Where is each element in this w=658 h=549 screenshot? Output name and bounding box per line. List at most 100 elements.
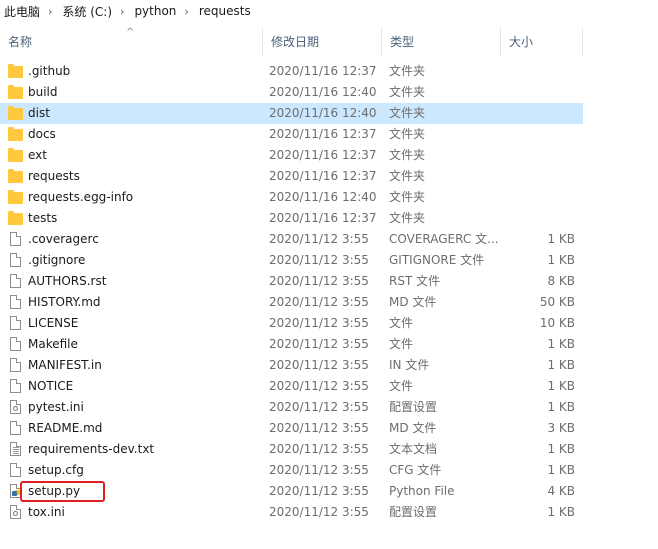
file-row[interactable]: requirements-dev.txt 2020/11/12 3:55 文本文档 1… (0, 439, 583, 460)
file-row[interactable]: Makefile 2020/11/12 3:55 文件 1 KB (0, 334, 583, 355)
file-date: 2020/11/16 12:37 (269, 127, 377, 141)
file-date: 2020/11/12 3:55 (269, 358, 369, 372)
folder-icon (8, 211, 23, 225)
file-row[interactable]: dist 2020/11/16 12:40 文件夹 (0, 103, 583, 124)
column-header-size[interactable]: 大小 (501, 26, 583, 58)
file-date: 2020/11/12 3:55 (269, 316, 369, 330)
file-size: 1 KB (547, 463, 575, 477)
file-type: 文件 (389, 316, 414, 330)
file-type: IN 文件 (389, 358, 430, 372)
config-file-icon (10, 505, 21, 519)
chevron-right-icon[interactable]: › (178, 5, 194, 18)
file-date: 2020/11/12 3:55 (269, 274, 369, 288)
file-name: requests.egg-info (28, 190, 134, 204)
file-name: tox.ini (28, 505, 65, 519)
file-row[interactable]: HISTORY.md 2020/11/12 3:55 MD 文件 50 KB (0, 292, 583, 313)
file-name: .coveragerc (28, 232, 99, 246)
file-row[interactable]: LICENSE 2020/11/12 3:55 文件 10 KB (0, 313, 583, 334)
file-type: 文件夹 (389, 169, 426, 183)
file-date: 2020/11/12 3:55 (269, 379, 369, 393)
file-date: 2020/11/12 3:55 (269, 295, 369, 309)
file-size: 1 KB (547, 358, 575, 372)
file-date: 2020/11/16 12:40 (269, 106, 377, 120)
file-row[interactable]: pytest.ini 2020/11/12 3:55 配置设置 1 KB (0, 397, 583, 418)
file-type: Python File (389, 484, 455, 498)
file-row[interactable]: MANIFEST.in 2020/11/12 3:55 IN 文件 1 KB (0, 355, 583, 376)
text-file-icon (10, 442, 21, 456)
breadcrumb-system-drive[interactable]: 系统 (C:) (58, 3, 114, 20)
file-type: 文本文档 (389, 442, 438, 456)
file-name: AUTHORS.rst (28, 274, 107, 288)
file-name: MANIFEST.in (28, 358, 102, 372)
column-divider[interactable] (582, 28, 583, 56)
folder-icon (8, 169, 23, 183)
file-row[interactable]: NOTICE 2020/11/12 3:55 文件 1 KB (0, 376, 583, 397)
file-name: HISTORY.md (28, 295, 101, 309)
file-icon (10, 358, 21, 372)
file-type: 文件夹 (389, 127, 426, 141)
column-header-date[interactable]: 修改日期 (263, 26, 381, 58)
file-date: 2020/11/16 12:37 (269, 148, 377, 162)
folder-icon (8, 106, 23, 120)
file-row[interactable]: AUTHORS.rst 2020/11/12 3:55 RST 文件 8 KB (0, 271, 583, 292)
chevron-right-icon[interactable]: › (42, 5, 58, 18)
folder-icon (8, 64, 23, 78)
folder-icon (8, 190, 23, 204)
file-row[interactable]: setup.cfg 2020/11/12 3:55 CFG 文件 1 KB (0, 460, 583, 481)
file-row[interactable]: .gitignore 2020/11/12 3:55 GITIGNORE 文件 1 K… (0, 250, 583, 271)
file-row[interactable]: ext 2020/11/16 12:37 文件夹 (0, 145, 583, 166)
file-icon (10, 379, 21, 393)
file-date: 2020/11/12 3:55 (269, 484, 369, 498)
file-size: 50 KB (539, 295, 575, 309)
file-row[interactable]: docs 2020/11/16 12:37 文件夹 (0, 124, 583, 145)
file-date: 2020/11/16 12:37 (269, 211, 377, 225)
file-row[interactable]: README.md 2020/11/12 3:55 MD 文件 3 KB (0, 418, 583, 439)
file-row[interactable]: .github 2020/11/16 12:37 文件夹 (0, 61, 583, 82)
file-row[interactable]: tox.ini 2020/11/12 3:55 配置设置 1 KB (0, 502, 583, 523)
file-name: setup.py (28, 484, 81, 498)
file-size: 3 KB (547, 421, 575, 435)
folder-icon (8, 85, 23, 99)
breadcrumb: 此电脑 › 系统 (C:) › python › requests (0, 0, 658, 22)
sort-ascending-icon: ^ (126, 27, 135, 38)
file-type: 文件 (389, 337, 414, 351)
chevron-right-icon[interactable]: › (114, 5, 130, 18)
file-row[interactable]: setup.py 2020/11/12 3:55 Python File 4 KB (0, 481, 583, 502)
file-row[interactable]: .coveragerc 2020/11/12 3:55 COVERAGERC 文..… (0, 229, 583, 250)
file-type: 文件夹 (389, 211, 426, 225)
file-name: .github (28, 64, 71, 78)
file-icon (10, 253, 21, 267)
file-date: 2020/11/16 12:37 (269, 64, 377, 78)
file-type: 文件夹 (389, 106, 426, 120)
file-name: .gitignore (28, 253, 86, 267)
file-type: CFG 文件 (389, 463, 442, 477)
file-date: 2020/11/12 3:55 (269, 232, 369, 246)
file-date: 2020/11/12 3:55 (269, 505, 369, 519)
file-type: 文件夹 (389, 85, 426, 99)
column-header-type[interactable]: 类型 (382, 26, 500, 58)
file-date: 2020/11/12 3:55 (269, 253, 369, 267)
column-header-row: 名称 修改日期 类型 大小 (0, 26, 583, 58)
breadcrumb-python[interactable]: python (130, 4, 178, 18)
file-icon (10, 274, 21, 288)
file-name: Makefile (28, 337, 78, 351)
file-date: 2020/11/16 12:37 (269, 169, 377, 183)
file-type: 文件 (389, 379, 414, 393)
file-row[interactable]: build 2020/11/16 12:40 文件夹 (0, 82, 583, 103)
file-row[interactable]: tests 2020/11/16 12:37 文件夹 (0, 208, 583, 229)
file-size: 1 KB (547, 232, 575, 246)
file-name: setup.cfg (28, 463, 84, 477)
file-name: requirements-dev.txt (28, 442, 155, 456)
breadcrumb-this-pc[interactable]: 此电脑 (0, 3, 42, 20)
file-type: 文件夹 (389, 64, 426, 78)
file-row[interactable]: requests.egg-info 2020/11/16 12:40 文件夹 (0, 187, 583, 208)
file-icon (10, 421, 21, 435)
file-type: COVERAGERC 文... (389, 232, 499, 246)
breadcrumb-requests[interactable]: requests (195, 4, 253, 18)
file-size: 1 KB (547, 337, 575, 351)
file-date: 2020/11/16 12:40 (269, 190, 377, 204)
python-file-icon (10, 484, 21, 498)
file-date: 2020/11/12 3:55 (269, 442, 369, 456)
file-size: 1 KB (547, 253, 575, 267)
file-row[interactable]: requests 2020/11/16 12:37 文件夹 (0, 166, 583, 187)
